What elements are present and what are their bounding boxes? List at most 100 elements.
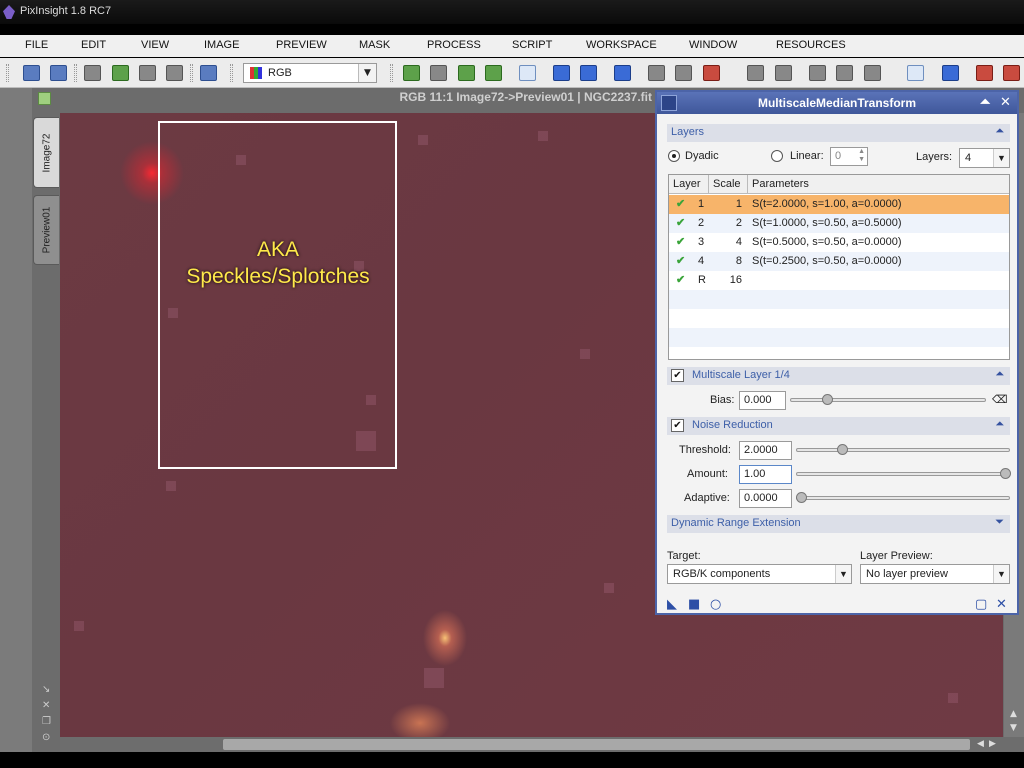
menu-process[interactable]: PROCESS <box>427 39 481 51</box>
reset-icon[interactable]: ✕ <box>996 597 1007 612</box>
channel-combo[interactable]: RGB ▼ <box>243 63 377 83</box>
redo-icon[interactable] <box>50 65 67 81</box>
dialog-titlebar[interactable]: MultiscaleMedianTransform ⏶ ✕ <box>657 92 1017 114</box>
target-combo[interactable]: RGB/K components ▼ <box>667 564 852 584</box>
menu-image[interactable]: IMAGE <box>204 39 239 51</box>
close-icon[interactable]: ✕ <box>1000 95 1011 110</box>
expand-icon[interactable]: ⏷ <box>995 516 1004 529</box>
apply-icon[interactable]: ■ <box>688 597 700 612</box>
tab-preview01[interactable]: Preview01 <box>33 195 59 265</box>
check-icon[interactable]: ✔ <box>676 235 685 248</box>
dyadic-radio[interactable] <box>668 150 680 162</box>
bias-field[interactable]: 0.000 <box>739 391 786 410</box>
undo-icon[interactable] <box>23 65 40 81</box>
slider-knob[interactable] <box>837 444 848 455</box>
menu-workspace[interactable]: WORKSPACE <box>586 39 657 51</box>
tool-icon-18[interactable] <box>1003 65 1020 81</box>
tool-icon-1[interactable] <box>403 65 420 81</box>
check-icon[interactable]: ✔ <box>676 273 685 286</box>
tool-icon-10[interactable] <box>703 65 720 81</box>
tool-icon-14[interactable] <box>836 65 853 81</box>
linear-radio[interactable] <box>771 150 783 162</box>
zoom-fit-icon[interactable]: ↘ <box>42 684 50 695</box>
noise-reduction-section-header[interactable]: ✔ Noise Reduction ⏶ <box>667 417 1010 435</box>
check-icon[interactable]: ✔ <box>676 197 685 210</box>
tool-icon-6[interactable] <box>580 65 597 81</box>
adaptive-field[interactable]: 0.0000 <box>739 489 792 508</box>
new-instance-icon[interactable]: ◣ <box>667 597 677 612</box>
tool-icon-3[interactable] <box>458 65 475 81</box>
noise-reduction-checkbox[interactable]: ✔ <box>671 419 684 432</box>
tool-icon-16[interactable] <box>942 65 959 81</box>
scroll-left-icon[interactable]: ◀ <box>977 739 984 749</box>
toolbar-grip[interactable] <box>230 64 233 82</box>
apply-global-icon[interactable]: ○ <box>710 597 721 612</box>
zoom-icon[interactable]: ✕ <box>42 700 50 711</box>
tab-image72[interactable]: Image72 <box>33 117 59 188</box>
multiscale-layer-section-header[interactable]: ✔ Multiscale Layer 1/4 ⏶ <box>667 367 1010 385</box>
table-row[interactable]: ✔ 1 1 S(t=2.0000, s=1.00, a=0.0000) <box>669 195 1009 214</box>
horizontal-scrollbar[interactable]: ◀ ▶ <box>60 737 1024 752</box>
bias-slider[interactable] <box>790 394 986 405</box>
dre-section-header[interactable]: Dynamic Range Extension ⏷ <box>667 515 1010 533</box>
tool-icon-11[interactable] <box>747 65 764 81</box>
toolbar-grip[interactable] <box>74 64 77 82</box>
collapse-icon[interactable]: ⏶ <box>995 368 1004 381</box>
toolbar-grip[interactable] <box>390 64 393 82</box>
layers-section-header[interactable]: Layers ⏶ <box>667 124 1010 142</box>
collapse-icon[interactable]: ⏶ <box>995 125 1004 138</box>
zoom-icon[interactable] <box>519 65 536 81</box>
table-row[interactable]: ✔ 4 8 S(t=0.2500, s=0.50, a=0.0000) <box>669 252 1009 271</box>
new-image-icon[interactable] <box>84 65 101 81</box>
table-row[interactable]: ✔ R 16 <box>669 271 1009 290</box>
slider-knob[interactable] <box>796 492 807 503</box>
menu-edit[interactable]: EDIT <box>81 39 106 51</box>
tool-icon-2[interactable] <box>430 65 447 81</box>
menu-file[interactable]: FILE <box>25 39 48 51</box>
clear-icon[interactable]: ⌫ <box>992 393 1008 406</box>
threshold-slider[interactable] <box>796 444 1010 455</box>
check-icon[interactable]: ✔ <box>676 254 685 267</box>
menu-resources[interactable]: RESOURCES <box>776 39 846 51</box>
tool-icon-4[interactable] <box>485 65 502 81</box>
layers-count-combo[interactable]: 4 ▼ <box>959 148 1010 168</box>
scroll-right-icon[interactable]: ▶ <box>989 739 996 749</box>
rgb-channel-icon[interactable] <box>139 65 156 81</box>
tool-icon-13[interactable] <box>809 65 826 81</box>
tool-icon-9[interactable] <box>675 65 692 81</box>
tool-icon-5[interactable] <box>553 65 570 81</box>
shade-icon[interactable]: ⏶ <box>980 95 990 110</box>
slider-knob[interactable] <box>822 394 833 405</box>
col-parameters[interactable]: Parameters <box>752 178 809 190</box>
spin-arrows-icon[interactable]: ▲ ▼ <box>858 148 865 164</box>
table-row[interactable]: ✔ 3 4 S(t=0.5000, s=0.50, a=0.0000) <box>669 233 1009 252</box>
copy-icon[interactable]: ❐ <box>42 716 51 727</box>
multiscale-layer-checkbox[interactable]: ✔ <box>671 369 684 382</box>
tool-icon-8[interactable] <box>648 65 665 81</box>
target-icon[interactable]: ⊙ <box>42 732 50 743</box>
toolbar-grip[interactable] <box>6 64 9 82</box>
collapse-icon[interactable]: ⏶ <box>995 418 1004 431</box>
menu-script[interactable]: SCRIPT <box>512 39 552 51</box>
toolbar-grip[interactable] <box>190 64 193 82</box>
col-layer[interactable]: Layer <box>673 178 701 190</box>
browse-doc-icon[interactable]: ▢ <box>975 597 987 612</box>
amount-field[interactable]: 1.00 <box>739 465 792 484</box>
slider-knob[interactable] <box>1000 468 1011 479</box>
scroll-down-icon[interactable]: ▼ <box>1010 723 1017 733</box>
threshold-field[interactable]: 2.0000 <box>739 441 792 460</box>
tool-icon-17[interactable] <box>976 65 993 81</box>
tool-icon-7[interactable] <box>614 65 631 81</box>
linear-spinbox[interactable]: 0 ▲ ▼ <box>830 147 868 166</box>
tool-icon-12[interactable] <box>775 65 792 81</box>
new-preview-icon[interactable] <box>200 65 217 81</box>
amount-slider[interactable] <box>796 468 1011 479</box>
layer-preview-combo[interactable]: No layer preview ▼ <box>860 564 1010 584</box>
menu-view[interactable]: VIEW <box>141 39 169 51</box>
adaptive-slider[interactable] <box>796 492 1010 503</box>
check-icon[interactable]: ✔ <box>676 216 685 229</box>
grayscale-icon[interactable] <box>166 65 183 81</box>
menu-mask[interactable]: MASK <box>359 39 390 51</box>
layers-table[interactable]: Layer Scale Parameters ✔ 1 1 S(t=2.0000,… <box>668 174 1010 360</box>
scroll-up-icon[interactable]: ▲ <box>1010 709 1017 719</box>
